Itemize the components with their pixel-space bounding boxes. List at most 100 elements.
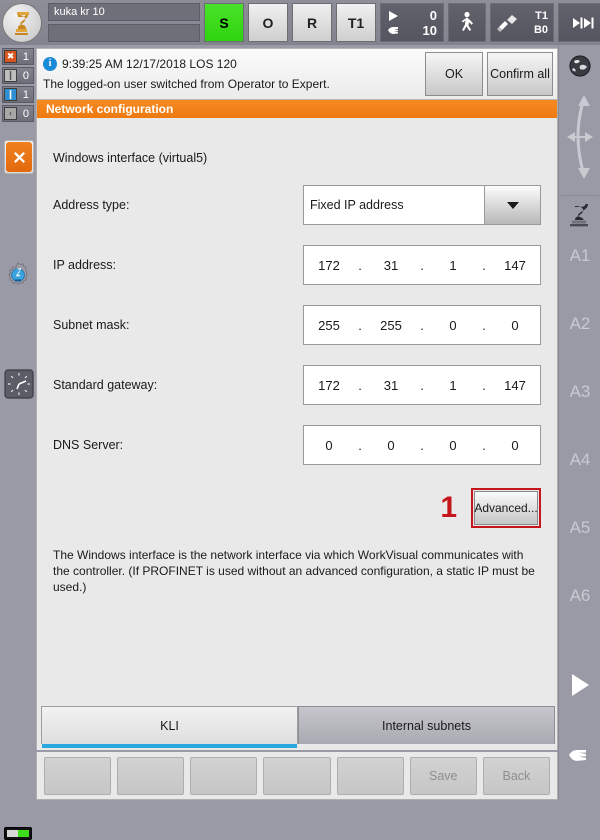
robot-settings-icon[interactable] (3, 260, 33, 290)
address-type-select[interactable]: Fixed IP address (303, 185, 541, 225)
axis-a1-label: A1 (569, 246, 591, 265)
tool-icon (497, 14, 517, 32)
battery-empty-segment (7, 830, 18, 837)
ip-octet-1[interactable]: 172 (304, 258, 354, 273)
axis-label-a1[interactable]: A1 (559, 241, 600, 271)
advanced-row: 1 Advanced... (53, 487, 541, 529)
jog-mode-button[interactable] (448, 3, 486, 42)
message-window[interactable]: i 9:39:25 AM 12/17/2018 LOS 120 The logg… (36, 48, 558, 100)
drives-status[interactable]: O (248, 3, 288, 42)
tab-kli[interactable]: KLI (41, 706, 298, 748)
message-text-area: i 9:39:25 AM 12/17/2018 LOS 120 The logg… (37, 49, 421, 99)
dns-octet-2[interactable]: 0 (366, 438, 416, 453)
chevron-down-icon[interactable] (484, 185, 541, 225)
softkey-3[interactable] (190, 756, 258, 795)
dns-server-input[interactable]: 0 . 0 . 0 . 0 (303, 425, 541, 465)
gateway-octet-3[interactable]: 1 (428, 378, 478, 393)
tool-base-values: T1 B0 (534, 9, 548, 37)
subnet-mask-row: Subnet mask: 255 . 255 . 0 . 0 (53, 305, 541, 345)
axis-label-a5[interactable]: A5 (559, 513, 600, 543)
gateway-octet-1[interactable]: 172 (304, 378, 354, 393)
subnet-mask-input[interactable]: 255 . 255 . 0 . 0 (303, 305, 541, 345)
motion-arrows-icon[interactable] (559, 87, 600, 187)
left-sidebar: ✖ 1 ❙ 0 ❙ 1 ‹ 0 (0, 45, 36, 840)
tab-internal-subnets[interactable]: Internal subnets (298, 706, 555, 744)
gateway-octet-4[interactable]: 147 (490, 378, 540, 393)
axis-a2-label: A2 (569, 314, 591, 333)
tab-internal-subnets-label: Internal subnets (382, 718, 471, 733)
ok-button[interactable]: OK (425, 52, 483, 96)
waiting-counter-value: 0 (22, 107, 29, 120)
robot-interpreter-status[interactable]: R (292, 3, 332, 42)
dns-octet-3[interactable]: 0 (428, 438, 478, 453)
ip-octet-4[interactable]: 147 (490, 258, 540, 273)
axis-a6-label: A6 (569, 586, 591, 605)
waiting-counter[interactable]: ‹ 0 (2, 105, 34, 122)
save-button[interactable]: Save (409, 756, 477, 795)
axis-label-a6[interactable]: A6 (559, 581, 600, 611)
dns-octet-1[interactable]: 0 (304, 438, 354, 453)
axis-label-a2[interactable]: A2 (559, 309, 600, 339)
ip-octet-3[interactable]: 1 (428, 258, 478, 273)
address-type-row: Address type: Fixed IP address (53, 185, 541, 225)
info-icon: i (43, 56, 57, 71)
clock-icon[interactable] (3, 368, 35, 400)
ip-address-input[interactable]: 172 . 31 . 1 . 147 (303, 245, 541, 285)
softkey-1[interactable] (44, 756, 112, 795)
ip-address-row: IP address: 172 . 31 . 1 . 147 (53, 245, 541, 285)
axis-label-a3[interactable]: A3 (559, 377, 600, 407)
drives-status-label: O (262, 14, 274, 31)
tab-kli-label: KLI (160, 718, 179, 733)
globe-icon[interactable] (559, 49, 600, 83)
close-message-button[interactable] (4, 140, 34, 174)
sidebar-divider (561, 195, 599, 196)
axis-label-a4[interactable]: A4 (559, 445, 600, 475)
base-label: B0 (533, 23, 548, 36)
error-counter[interactable]: ✖ 1 (2, 48, 34, 65)
main-menu-button[interactable] (2, 2, 42, 43)
robot-axis-icon[interactable] (559, 197, 600, 235)
play-icon (389, 11, 398, 21)
dns-octet-4[interactable]: 0 (490, 438, 540, 453)
increment-icon (572, 17, 594, 28)
gateway-octet-2[interactable]: 31 (366, 378, 416, 393)
ip-octet-2[interactable]: 31 (366, 258, 416, 273)
error-counter-value: 1 (22, 50, 29, 63)
subnet-octet-3[interactable]: 0 (428, 318, 478, 333)
tab-bar: KLI Internal subnets (41, 706, 555, 750)
softkey-5[interactable] (336, 756, 404, 795)
override-values: 0 10 (423, 8, 437, 38)
robot-interpreter-label: R (306, 14, 318, 31)
play-triangle-icon[interactable] (559, 665, 600, 705)
ip-dot: . (482, 317, 486, 333)
info-counter[interactable]: ❙ 1 (2, 86, 34, 103)
status-bar: kuka kr 10 S O R T1 0 10 T1 B0 (0, 0, 600, 45)
increment-button[interactable]: ∞ (558, 3, 600, 42)
softkey-2[interactable] (117, 756, 185, 795)
subnet-mask-label: Subnet mask: (53, 318, 130, 332)
back-button[interactable]: Back (482, 756, 550, 795)
program-name-box[interactable]: kuka kr 10 (48, 3, 200, 42)
advanced-button-highlight: Advanced... (471, 488, 541, 528)
warning-icon: ❙ (4, 69, 17, 82)
subnet-octet-2[interactable]: 255 (366, 318, 416, 333)
ip-dot: . (358, 257, 362, 273)
override-button[interactable]: 0 10 (380, 3, 444, 42)
subnet-octet-4[interactable]: 0 (490, 318, 540, 333)
ip-address-control: 172 . 31 . 1 . 147 (303, 245, 541, 285)
ip-dot: . (482, 437, 486, 453)
subnet-mask-control: 255 . 255 . 0 . 0 (303, 305, 541, 345)
subnet-octet-1[interactable]: 255 (304, 318, 354, 333)
confirm-all-button[interactable]: Confirm all (487, 52, 553, 96)
tool-base-button[interactable]: T1 B0 (490, 3, 554, 42)
hand-icon[interactable] (559, 735, 600, 775)
operating-mode-button[interactable]: T1 (336, 3, 376, 42)
submit-interpreter-status[interactable]: S (204, 3, 244, 42)
advanced-button[interactable]: Advanced... (474, 491, 538, 525)
softkey-4[interactable] (263, 756, 331, 795)
walking-man-icon (461, 11, 473, 31)
standard-gateway-input[interactable]: 172 . 31 . 1 . 147 (303, 365, 541, 405)
help-text: The Windows interface is the network int… (53, 548, 535, 594)
ip-dot: . (358, 317, 362, 333)
warning-counter[interactable]: ❙ 0 (2, 67, 34, 84)
